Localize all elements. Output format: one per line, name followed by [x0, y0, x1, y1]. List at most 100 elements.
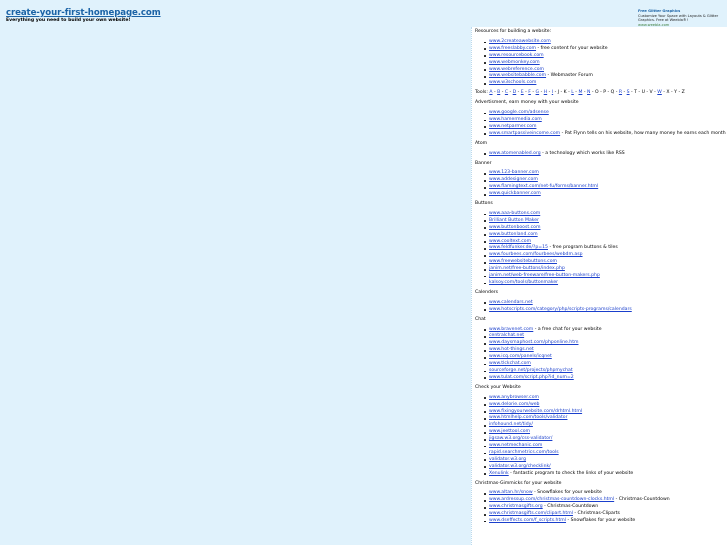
letter-separator: -	[492, 90, 496, 96]
tools-label: Tools:	[475, 90, 488, 96]
section-title: Buttons	[475, 201, 493, 207]
resource-link[interactable]: www.anybrowser.com	[489, 395, 539, 400]
link-description: - a technology which works like RSS	[540, 150, 625, 156]
section-link-list: www.aaa-buttons.com Brilliant Button Make…	[475, 211, 725, 287]
resource-link[interactable]: sourceforge.net/projects/phpmychat	[489, 368, 573, 373]
resource-link[interactable]: www.fourbees.com/fourbees/webdm.asp	[489, 252, 583, 257]
tools-alphabet-nav: Tools: A - B - C - D - E - F - G - H - I…	[475, 90, 725, 97]
resource-link[interactable]: www.dseffects.com/f_scripts.html	[489, 518, 566, 523]
list-item: www.buttonland.com	[484, 232, 725, 239]
resource-link[interactable]: www.delorie.com/web	[489, 402, 539, 407]
site-title-link[interactable]: create-your-first-homepage.com	[6, 8, 161, 18]
resource-link[interactable]: www.netmechanic.com	[489, 443, 542, 448]
list-item: www.tulat.com/script.php?id_num=2	[484, 375, 725, 382]
resource-link[interactable]: www.flamingtext.com/net-fu/forms/banner.…	[489, 184, 598, 189]
list-item: www.google.com/adsense	[484, 110, 725, 117]
resource-link[interactable]: www.freewebsitebuttons.com	[489, 259, 557, 264]
section-link-list: www.altan.hr/snow - Snowflakes for your …	[475, 490, 725, 525]
resource-link[interactable]: www.aaa-buttons.com	[489, 211, 540, 216]
resource-link[interactable]: www.2createawebsite.com	[489, 39, 551, 44]
section-link-list: www.google.com/adsense www.hamermedia.com…	[475, 110, 727, 138]
resource-link[interactable]: centralchat.net	[489, 333, 524, 338]
resource-link[interactable]: www.ardressup.com/christmas-countdown-cl…	[489, 497, 614, 502]
list-item: Brilliant Button Maker	[484, 218, 725, 225]
letter-separator: -	[539, 90, 543, 96]
resource-link[interactable]: www.atomenabled.org	[489, 151, 541, 156]
list-item: janim.net/web-freeware/free-button-maker…	[484, 273, 725, 280]
resource-link[interactable]: www.calendars.net	[489, 300, 533, 305]
letter-separator: -	[573, 90, 577, 96]
resource-link[interactable]: www.altan.hr/snow	[489, 490, 533, 495]
resource-link[interactable]: jigsaw.w3.org/css-validator/	[489, 436, 552, 441]
link-description: - Christmas-Countdown	[614, 497, 670, 503]
letter-separator: -	[614, 90, 618, 96]
list-item: www.buttonboost.com	[484, 225, 725, 232]
list-item: sourceforge.net/projects/phpmychat	[484, 368, 725, 375]
resource-link[interactable]: www.cooltext.com	[489, 239, 531, 244]
resource-link[interactable]: kalsoy.com/tools/buttonmaker	[489, 280, 558, 285]
link-description: - fantastic program to check the links o…	[508, 470, 634, 476]
resource-link[interactable]: www.tulat.com/script.php?id_num=2	[489, 375, 574, 380]
resource-link[interactable]: janim.net/web-freeware/free-button-maker…	[489, 273, 600, 278]
letter-separator: -	[508, 90, 512, 96]
resource-link[interactable]: janim.net/free-buttons/index.php	[489, 266, 565, 271]
resource-link[interactable]: www.daysmaphost.com/phponline.htm	[489, 340, 579, 345]
resource-link[interactable]: infohound.net/tidy/	[489, 422, 533, 427]
resource-link[interactable]: www.bravenet.com	[489, 327, 533, 332]
site-tagline: Everything you need to build your own we…	[6, 18, 131, 23]
resource-link[interactable]: www.christmasgifts.org	[489, 504, 543, 509]
letter-separator: -	[644, 90, 649, 96]
section-title: Advertisment, earn money with your websi…	[475, 100, 579, 106]
list-item: www.2createawebsite.com	[484, 39, 725, 46]
list-item: www.w3schools.com	[484, 80, 725, 87]
resource-link[interactable]: www.w3schools.com	[489, 80, 536, 85]
resource-link[interactable]: www.webmonkey.com	[489, 60, 540, 65]
resource-link[interactable]: www.smartpassiveincome.com	[489, 131, 560, 136]
resource-link[interactable]: www.websitebabble.com	[489, 73, 546, 78]
letter-separator: -	[559, 90, 563, 96]
section-title: Calenders	[475, 289, 499, 295]
list-item: www.netmechanic.com	[484, 443, 725, 450]
link-description: - free program buttons & tiles	[547, 245, 618, 251]
resource-link[interactable]: validator.w3.org	[489, 457, 526, 462]
resource-link[interactable]: Xenulink	[489, 471, 509, 476]
resource-link[interactable]: www.quickbanner.com	[489, 191, 541, 196]
list-item: www.atomenabled.org - a technology which…	[484, 150, 725, 158]
resource-link[interactable]: www.google.com/adsense	[489, 110, 549, 115]
section-link-list: www.calendars.net www.hotscripts.com/cate…	[475, 300, 725, 314]
resource-link[interactable]: www.buttonboost.com	[489, 225, 540, 230]
resource-link[interactable]: Brilliant Button Maker	[489, 218, 539, 223]
resource-link[interactable]: www.addesigner.com	[489, 177, 538, 182]
list-item: www.freeslabby.com - free content for yo…	[484, 46, 725, 53]
resource-link[interactable]: www.webreference.com	[489, 67, 544, 72]
resource-link[interactable]: www.123-banner.com	[489, 170, 539, 175]
resource-link[interactable]: www.resourcebook.com	[489, 53, 544, 58]
section-title: Atom	[475, 140, 488, 146]
resource-link[interactable]: www.hamermedia.com	[489, 117, 542, 122]
resource-link[interactable]: www.feldfunker.de/?p=15	[489, 245, 548, 250]
resource-link[interactable]: www.freeslabby.com	[489, 46, 536, 51]
letter-separator: -	[590, 90, 594, 96]
resource-link[interactable]: rapid.searchmetrics.com/tools	[489, 450, 559, 455]
resource-link[interactable]: www.jeettool.com	[489, 429, 530, 434]
resource-link[interactable]: www.netparmer.com	[489, 124, 536, 129]
list-item: www.hamermedia.com	[484, 117, 725, 124]
resource-link[interactable]: www.fixingyourwebsite.com/drhtml.html	[489, 409, 582, 414]
resource-link[interactable]: www.christmasgifts.com/clipart.html	[489, 511, 573, 516]
link-sections: Advertisment, earn money with your websi…	[475, 100, 727, 525]
resource-link[interactable]: www.htmlhelp.com/tools/validator	[489, 415, 567, 420]
resource-link[interactable]: www.hotscripts.com/category/php/scripts-…	[489, 307, 632, 312]
letter-separator: -	[652, 90, 656, 96]
section-title: Christmas-Gimmicks for your website	[475, 480, 562, 486]
tools-letter-z: Z	[681, 90, 685, 96]
resource-link[interactable]: www.buttonland.com	[489, 232, 538, 237]
resource-link[interactable]: validator.w3.org/checklink/	[489, 464, 551, 469]
resource-link[interactable]: www.icq.com/panels/icqnet	[489, 354, 552, 359]
resource-link[interactable]: www.tlckchat.com	[489, 361, 531, 366]
list-item: www.calendars.net	[484, 300, 725, 307]
resource-link[interactable]: www.hot-things.net	[489, 347, 534, 352]
letter-separator: -	[500, 90, 504, 96]
main-content: Resources for building a website: www.2c…	[471, 27, 727, 545]
section-link-list: www.123-banner.com www.addesigner.com www.…	[475, 170, 725, 198]
link-description: - Christmas-Countdown	[542, 504, 599, 510]
